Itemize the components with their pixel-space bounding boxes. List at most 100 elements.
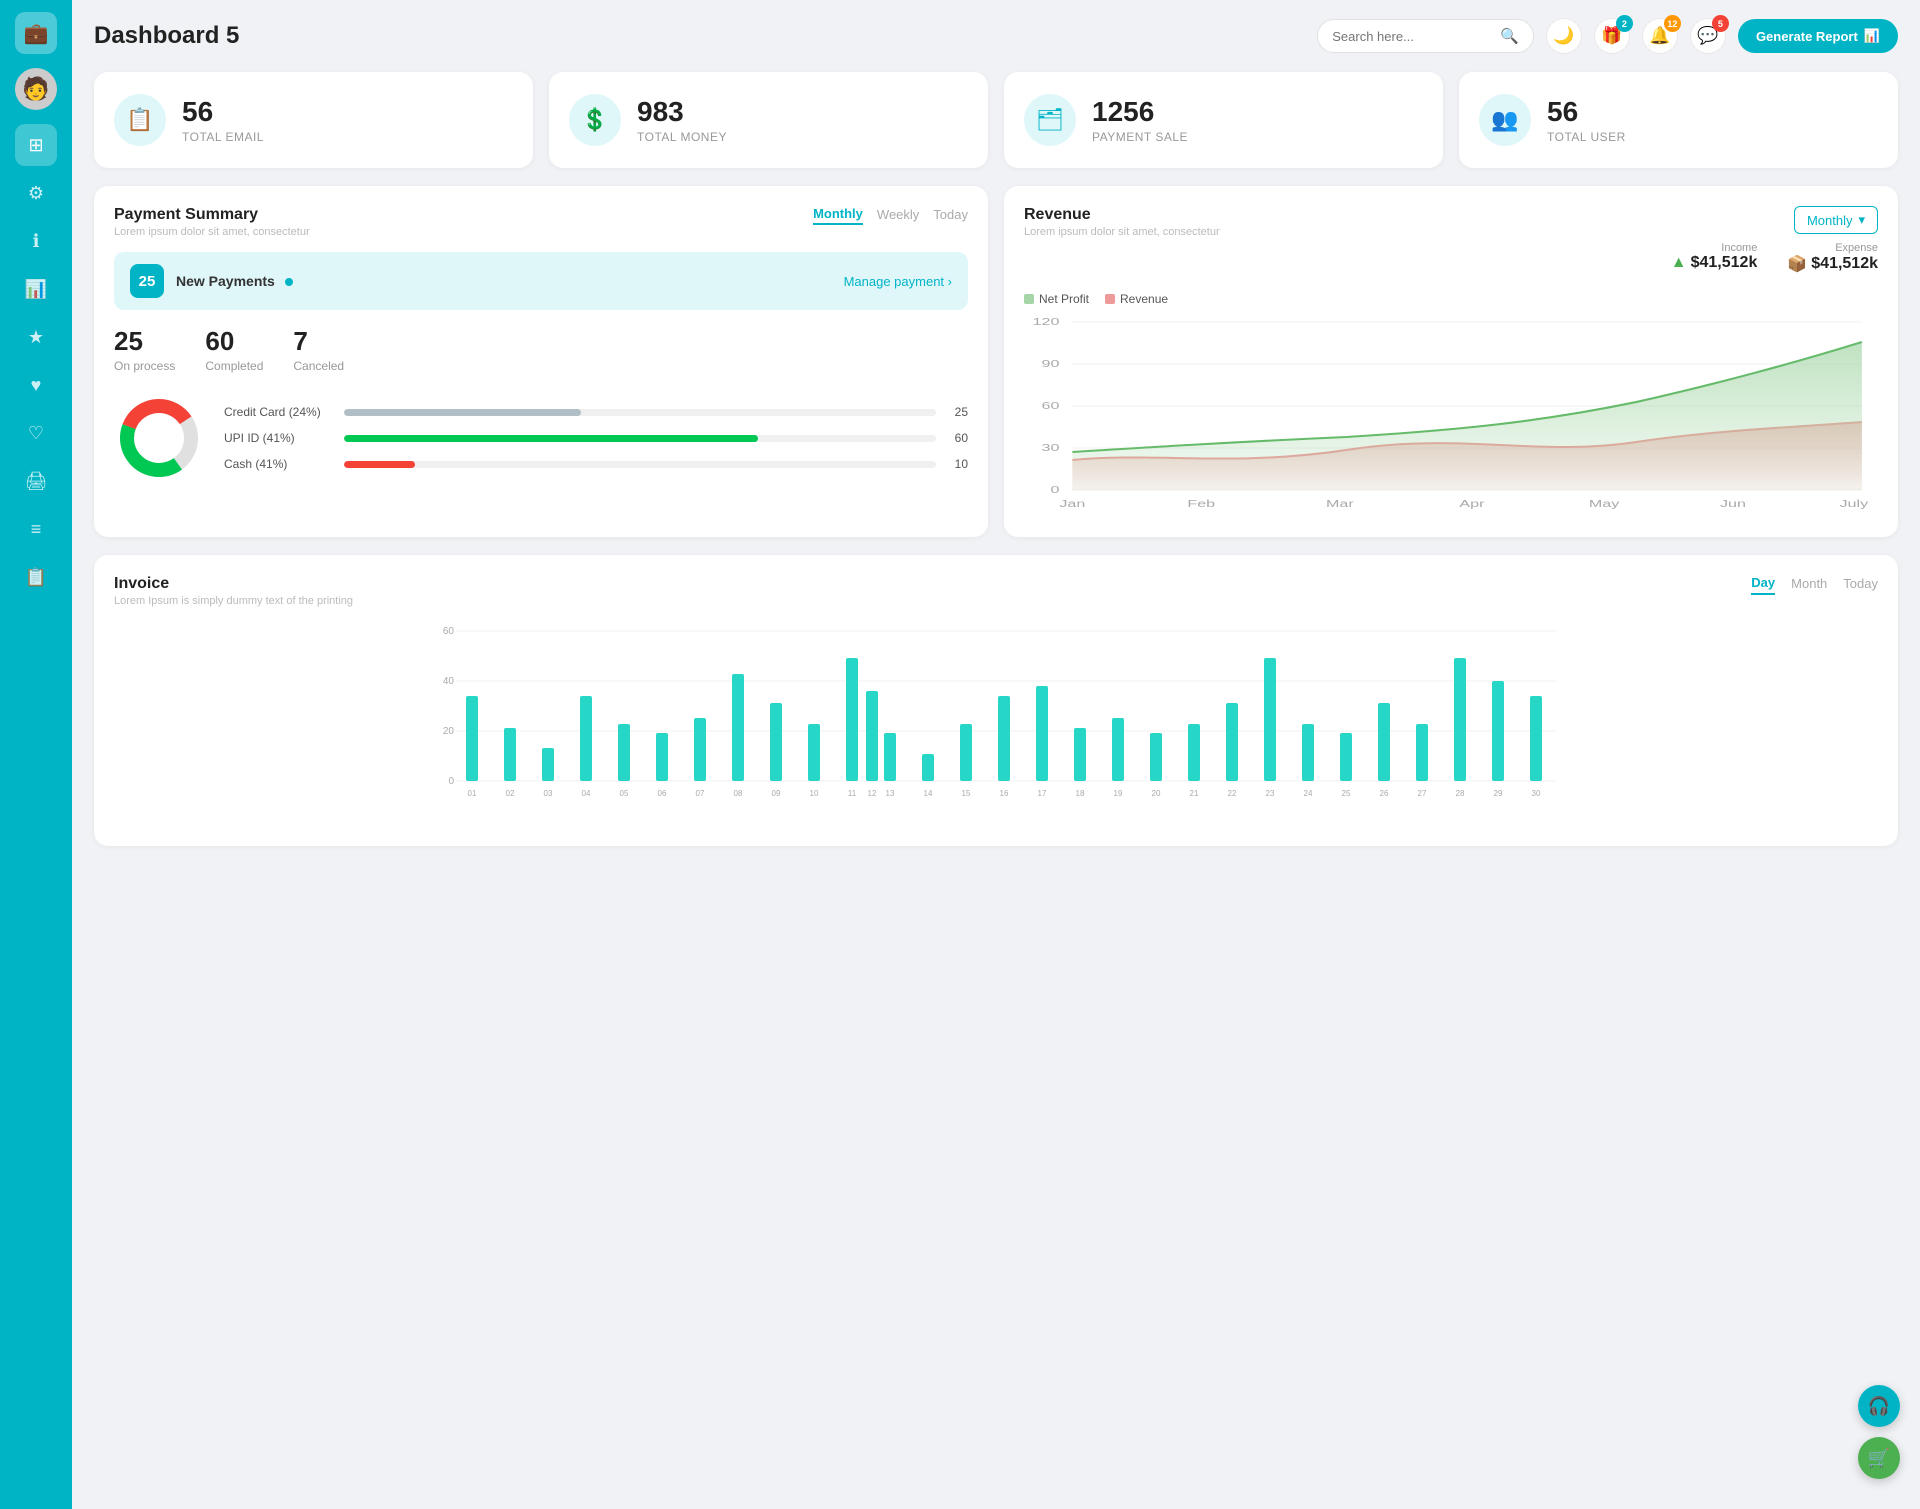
sidebar-item-info[interactable]: ℹ (15, 220, 57, 262)
svg-text:07: 07 (696, 789, 705, 798)
payment-summary-title: Payment Summary (114, 206, 310, 224)
sidebar-item-wishlist[interactable]: ♡ (15, 412, 57, 454)
gift-icon-button[interactable]: 🎁 2 (1594, 18, 1630, 54)
payment-stats: 25 On process 60 Completed 7 Canceled (114, 326, 968, 373)
tab-monthly[interactable]: Monthly (813, 206, 863, 225)
revenue-area-chart: 120 90 60 30 0 (1024, 312, 1878, 512)
search-box[interactable]: 🔍 (1317, 19, 1534, 53)
stat-card-email: 📋 56 TOTAL EMAIL (94, 72, 533, 168)
svg-text:09: 09 (772, 789, 781, 798)
svg-text:12: 12 (868, 789, 877, 798)
svg-text:02: 02 (506, 789, 515, 798)
invoice-card: Invoice Lorem Ipsum is simply dummy text… (94, 555, 1898, 846)
main-content: Dashboard 5 🔍 🌙 🎁 2 🔔 12 💬 5 Generate Re… (72, 0, 1920, 1509)
generate-report-button[interactable]: Generate Report 📊 (1738, 19, 1898, 53)
sidebar-item-likes[interactable]: ♥ (15, 364, 57, 406)
legend-net-profit: Net Profit (1024, 292, 1089, 306)
svg-text:17: 17 (1038, 789, 1047, 798)
completed-value: 60 (205, 326, 263, 357)
expense-item: Expense 📦 $41,512k (1787, 242, 1878, 274)
new-payments-count: 25 (130, 264, 164, 298)
svg-text:14: 14 (924, 789, 933, 798)
svg-text:06: 06 (658, 789, 667, 798)
invoice-header: Invoice Lorem Ipsum is simply dummy text… (114, 575, 1878, 607)
stat-user-info: 56 TOTAL USER (1547, 96, 1626, 144)
pbar-cash-fill (344, 461, 415, 468)
support-fab[interactable]: 🎧 (1858, 1385, 1900, 1427)
stat-card-user: 👥 56 TOTAL USER (1459, 72, 1898, 168)
svg-text:120: 120 (1033, 316, 1060, 327)
payment-summary-card: Payment Summary Lorem ipsum dolor sit am… (94, 186, 988, 537)
sidebar-item-print[interactable]: 🖨 (15, 460, 57, 502)
stat-money-number: 983 (637, 96, 727, 128)
sidebar-item-menu[interactable]: ≡ (15, 508, 57, 550)
pbar-credit-track (344, 409, 936, 416)
invoice-bar-chart: 60 40 20 0 01 02 03 04 05 (114, 621, 1878, 821)
canceled-value: 7 (293, 326, 344, 357)
revenue-card: Revenue Lorem ipsum dolor sit amet, cons… (1004, 186, 1898, 537)
avatar[interactable]: 🧑 (15, 68, 57, 110)
svg-text:13: 13 (886, 789, 895, 798)
tab-today[interactable]: Today (1843, 575, 1878, 595)
stat-canceled: 7 Canceled (293, 326, 344, 373)
bell-icon-button[interactable]: 🔔 12 (1642, 18, 1678, 54)
svg-text:Jun: Jun (1720, 498, 1746, 509)
sidebar-item-analytics[interactable]: 📊 (15, 268, 57, 310)
svg-text:21: 21 (1190, 789, 1199, 798)
expense-icon: 📦 (1787, 254, 1807, 274)
svg-text:0: 0 (448, 776, 454, 787)
bell-badge: 12 (1664, 15, 1681, 32)
revenue-monthly-select[interactable]: Monthly ▾ (1794, 206, 1878, 234)
sidebar-logo[interactable]: 💼 (15, 12, 57, 54)
chat-icon-button[interactable]: 💬 5 (1690, 18, 1726, 54)
manage-payment-link[interactable]: Manage payment › (844, 274, 952, 289)
tab-weekly[interactable]: Weekly (877, 206, 919, 225)
stat-email-info: 56 TOTAL EMAIL (182, 96, 264, 144)
svg-text:90: 90 (1042, 358, 1060, 369)
new-payments-dot (285, 278, 293, 286)
income-label: Income (1671, 242, 1758, 254)
tab-month[interactable]: Month (1791, 575, 1827, 595)
svg-text:20: 20 (443, 726, 455, 737)
svg-text:16: 16 (1000, 789, 1009, 798)
email-icon: 📋 (114, 94, 166, 146)
page-title: Dashboard 5 (94, 22, 239, 50)
gift-badge: 2 (1616, 15, 1633, 32)
stat-email-number: 56 (182, 96, 264, 128)
svg-text:10: 10 (810, 789, 819, 798)
pbar-credit-val: 25 (946, 405, 968, 419)
header-right: 🔍 🌙 🎁 2 🔔 12 💬 5 Generate Report 📊 (1317, 18, 1898, 54)
svg-text:01: 01 (468, 789, 477, 798)
income-value: ▲ $41,512k (1671, 254, 1758, 272)
stat-email-label: TOTAL EMAIL (182, 130, 264, 144)
svg-text:Feb: Feb (1187, 498, 1215, 509)
chart-legend: Net Profit Revenue (1024, 292, 1878, 306)
pbar-cash-track (344, 461, 936, 468)
sidebar-item-dashboard[interactable]: ⊞ (15, 124, 57, 166)
pbar-credit-fill (344, 409, 581, 416)
chart-icon: 📊 (1864, 28, 1880, 44)
tab-day[interactable]: Day (1751, 575, 1775, 595)
payment-bottom: Credit Card (24%) 25 UPI ID (41%) 60 (114, 393, 968, 483)
payment-summary-subtitle: Lorem ipsum dolor sit amet, consectetur (114, 226, 310, 238)
sidebar-item-favorites[interactable]: ★ (15, 316, 57, 358)
sidebar-item-settings[interactable]: ⚙ (15, 172, 57, 214)
theme-toggle-button[interactable]: 🌙 (1546, 18, 1582, 54)
stat-payment-info: 1256 PAYMENT SALE (1092, 96, 1188, 144)
svg-text:Mar: Mar (1326, 498, 1354, 509)
fab-container: 🎧 🛒 (1858, 1385, 1900, 1479)
svg-text:30: 30 (1532, 789, 1541, 798)
svg-text:Apr: Apr (1459, 498, 1485, 509)
revenue-title: Revenue (1024, 206, 1220, 224)
tab-today[interactable]: Today (933, 206, 968, 225)
svg-text:60: 60 (443, 626, 455, 637)
svg-text:08: 08 (734, 789, 743, 798)
search-input[interactable] (1332, 29, 1492, 44)
payment-bars: Credit Card (24%) 25 UPI ID (41%) 60 (224, 405, 968, 471)
sidebar-item-list[interactable]: 📋 (15, 556, 57, 598)
pbar-upi-fill (344, 435, 758, 442)
svg-text:29: 29 (1494, 789, 1503, 798)
pbar-cash-label: Cash (41%) (224, 457, 334, 471)
cart-fab[interactable]: 🛒 (1858, 1437, 1900, 1479)
svg-text:26: 26 (1380, 789, 1389, 798)
